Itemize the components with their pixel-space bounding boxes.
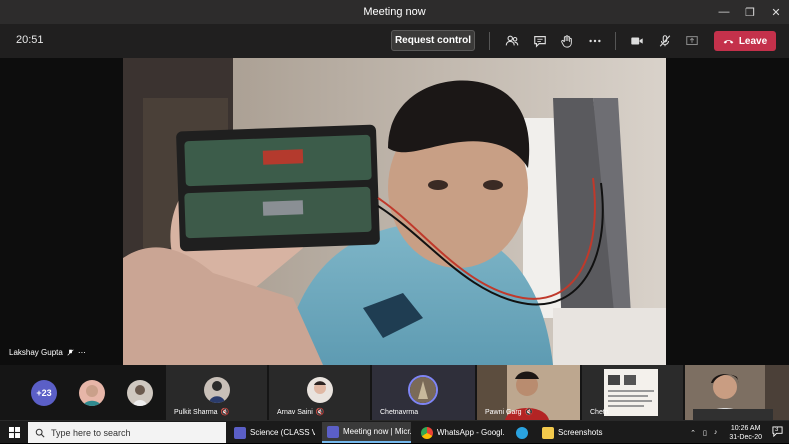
taskbar-time: 10:26 AM — [730, 424, 761, 432]
meeting-toolbar: 20:51 Request control Leave — [0, 24, 789, 58]
windows-start-icon[interactable] — [0, 421, 28, 444]
participant-name-row: Pulkit Sharma 🔇 — [174, 408, 230, 417]
participant-name-row: Chetn — [590, 409, 609, 416]
participant-name: Chetnavrma — [380, 409, 419, 416]
teams-icon — [234, 426, 246, 439]
folder-icon — [542, 426, 554, 439]
participant-name: Chetn — [590, 409, 609, 416]
presenter-video[interactable] — [123, 58, 666, 365]
search-placeholder: Type here to search — [51, 427, 131, 438]
participant-name-row: Pawni Garg 🔇 — [485, 408, 534, 417]
camera-icon[interactable] — [628, 32, 646, 50]
taskbar-app-label: Science (CLASS VI-... — [250, 428, 315, 437]
chat-icon[interactable] — [531, 32, 549, 50]
participant-name: Pawni Garg — [485, 408, 522, 416]
close-icon[interactable]: ✕ — [763, 0, 789, 24]
taskbar-app-label: Meeting now | Micr... — [343, 427, 411, 436]
search-icon — [35, 428, 45, 438]
request-control-button[interactable]: Request control — [391, 30, 475, 51]
more-options-icon[interactable] — [586, 32, 604, 50]
taskbar-app-teams-science[interactable]: Science (CLASS VI-... — [229, 422, 315, 443]
mic-muted-icon[interactable] — [656, 32, 674, 50]
video-stage: Lakshay Gupta ⋯ — [0, 58, 789, 365]
chevron-up-icon[interactable]: ⌃ — [690, 429, 696, 437]
title-bar: Meeting now — ❐ ✕ — [0, 0, 789, 24]
overflow-count-badge[interactable]: +23 — [31, 380, 57, 406]
taskbar-date: 31-Dec-20 — [729, 433, 762, 441]
participant-name: Pulkit Sharma — [174, 408, 218, 416]
raise-hand-icon[interactable] — [558, 32, 576, 50]
toolbar-divider — [615, 32, 616, 50]
participant-name-row: Chetnavrma — [380, 409, 418, 416]
toolbar-divider — [489, 32, 490, 50]
meeting-clock: 20:51 — [16, 34, 44, 46]
chrome-icon — [421, 426, 433, 439]
share-screen-icon[interactable] — [683, 32, 701, 50]
participant-tile[interactable]: Chetn — [582, 365, 683, 420]
mic-muted-icon — [67, 349, 74, 356]
participant-name: Arnav Saini — [277, 408, 313, 416]
taskbar-app-edge[interactable] — [510, 422, 534, 443]
participant-tile[interactable] — [685, 365, 789, 420]
mic-muted-icon: 🔇 — [220, 409, 230, 416]
more-options-icon[interactable]: ⋯ — [78, 348, 86, 357]
participant-tile[interactable]: Chetnavrma — [372, 365, 475, 420]
leave-button[interactable]: Leave — [714, 31, 776, 51]
participants-icon[interactable] — [503, 32, 521, 50]
taskbar-app-teams-meeting[interactable]: Meeting now | Micr... — [322, 422, 411, 443]
avatar — [307, 377, 333, 403]
notification-count: 3 — [775, 427, 779, 433]
notification-center-icon[interactable]: 3 — [772, 426, 783, 439]
taskbar-search-box[interactable]: Type here to search — [28, 422, 226, 443]
avatar — [408, 375, 438, 405]
taskbar-app-screenshots[interactable]: Screenshots — [537, 422, 623, 443]
taskbar-app-label: Screenshots — [558, 428, 603, 437]
participant-tile[interactable]: Arnav Saini 🔇 — [269, 365, 370, 420]
participant-tile[interactable]: Pulkit Sharma 🔇 — [166, 365, 267, 420]
leave-label: Leave — [738, 35, 768, 47]
minimize-icon[interactable]: — — [711, 0, 737, 24]
window-title: Meeting now — [363, 6, 426, 18]
participant-video — [685, 365, 789, 420]
teams-icon — [327, 425, 339, 438]
presenter-label: Lakshay Gupta ⋯ — [9, 348, 86, 357]
avatar[interactable] — [79, 380, 105, 406]
participant-strip: +23 Pulkit Sharma 🔇 Arnav Saini 🔇 Chetna… — [0, 365, 789, 420]
windows-taskbar: Type here to search Science (CLASS VI-..… — [0, 420, 789, 443]
window-controls: — ❐ ✕ — [711, 0, 789, 24]
taskbar-clock[interactable]: 10:26 AM 31-Dec-20 — [729, 424, 762, 442]
taskbar-app-label: WhatsApp - Googl... — [437, 428, 504, 437]
mic-muted-icon: 🔇 — [315, 409, 325, 416]
avatar[interactable] — [127, 380, 153, 406]
edge-icon — [516, 426, 528, 439]
participant-tile[interactable]: Pawni Garg 🔇 — [477, 365, 580, 420]
hang-up-icon — [723, 39, 734, 44]
mic-muted-icon: 🔇 — [524, 409, 534, 416]
presenter-video-frame — [123, 58, 666, 365]
system-tray: ⌃ ▯ ♪ 10:26 AM 31-Dec-20 3 — [690, 421, 789, 444]
maximize-icon[interactable]: ❐ — [737, 0, 763, 24]
avatar — [204, 377, 230, 403]
taskbar-app-chrome-whatsapp[interactable]: WhatsApp - Googl... — [416, 422, 504, 443]
presenter-name: Lakshay Gupta — [9, 348, 63, 357]
network-icon[interactable]: ▯ — [703, 429, 707, 437]
participant-name-row: Arnav Saini 🔇 — [277, 408, 325, 417]
volume-icon[interactable]: ♪ — [714, 429, 718, 436]
